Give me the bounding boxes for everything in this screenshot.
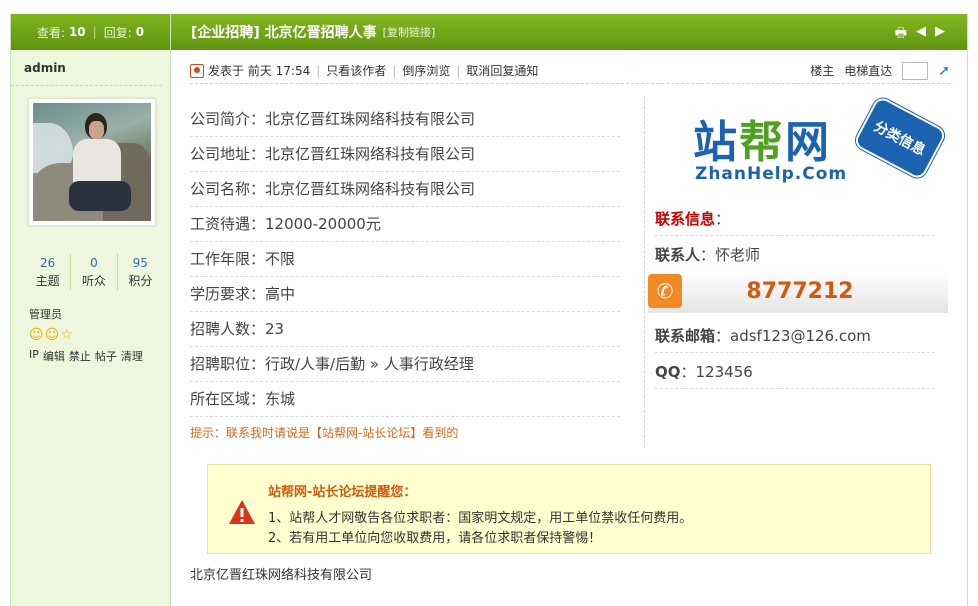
phone-bar: ✆ 8777212 bbox=[648, 269, 948, 313]
author-name[interactable]: admin bbox=[11, 50, 162, 86]
admin-links: IP 编辑 禁止 帖子 清理 bbox=[29, 348, 143, 364]
logo-en: ZhanHelp.Com bbox=[695, 164, 848, 184]
thread-title: [企业招聘] 北京亿晋招聘人事 bbox=[191, 25, 377, 41]
stats-divider: | bbox=[92, 25, 97, 39]
thread-title-bar: [企业招聘] 北京亿晋招聘人事 [复制链接] 🖶 ◀ ▶ bbox=[171, 14, 967, 50]
stat-followers-label: 听众 bbox=[81, 274, 106, 288]
stat-topics-label: 主题 bbox=[35, 274, 60, 288]
field-education: 学历要求：高中 bbox=[190, 277, 620, 312]
field-headcount: 招聘人数：23 bbox=[190, 312, 620, 347]
author-stats: 26 主题 0 听众 95 积分 bbox=[25, 254, 163, 290]
stat-points-label: 积分 bbox=[128, 274, 153, 288]
post-meta-bar: 发表于 前天 17:54 | 只看该作者 | 倒序浏览 | 取消回复通知 楼主 … bbox=[190, 58, 950, 84]
stat-topics[interactable]: 26 主题 bbox=[25, 254, 72, 290]
contact-tip: 提示：联系我时请说是【站帮网-站长论坛】看到的 bbox=[190, 426, 459, 440]
stat-topics-num[interactable]: 26 bbox=[25, 254, 70, 272]
logo-cn: 站帮网 bbox=[693, 117, 831, 168]
phone-icon: ✆ bbox=[648, 274, 682, 308]
notice-title: 站帮网-站长论坛提醒您： bbox=[268, 485, 417, 500]
avatar[interactable] bbox=[28, 98, 156, 226]
replies-count: 0 bbox=[135, 25, 145, 39]
rank-icons: ☺ ☺ ☆ bbox=[29, 327, 73, 343]
posted-prefix: 发表于 bbox=[208, 64, 245, 78]
contact-qq: QQ：123456 bbox=[655, 355, 935, 389]
field-district: 所在区域：东城 bbox=[190, 382, 620, 417]
star-icon: ☆ bbox=[60, 327, 73, 343]
next-icon[interactable]: ▶ bbox=[935, 24, 945, 46]
warning-icon bbox=[228, 499, 256, 525]
jump-label: 电梯直达 bbox=[844, 64, 893, 78]
admin-link-ip[interactable]: IP bbox=[29, 348, 39, 364]
warning-notice: 站帮网-站长论坛提醒您： 1、站帮人才网敬告各位求职者：国家明文规定，用工单位禁… bbox=[207, 464, 931, 554]
job-fields: 公司简介：北京亿晋红珠网络科技有限公司 公司地址：北京亿晋红珠网络科技有限公司 … bbox=[190, 102, 620, 417]
post-content: [企业招聘] 北京亿晋招聘人事 [复制链接] 🖶 ◀ ▶ 发表于 前天 17:5… bbox=[171, 14, 968, 606]
user-icon bbox=[190, 63, 204, 78]
field-company-address: 公司地址：北京亿晋红珠网络科技有限公司 bbox=[190, 137, 620, 172]
notice-line-1: 1、站帮人才网敬告各位求职者：国家明文规定，用工单位禁收任何费用。 bbox=[268, 511, 693, 526]
site-logo: 站帮网 ZhanHelp.Com 分类信息 bbox=[691, 97, 951, 196]
stat-followers[interactable]: 0 听众 bbox=[71, 254, 118, 290]
prev-icon[interactable]: ◀ bbox=[916, 24, 926, 46]
admin-link-ban[interactable]: 禁止 bbox=[69, 348, 91, 364]
smiley-icon: ☺ bbox=[29, 327, 44, 343]
field-company-intro: 公司简介：北京亿晋红珠网络科技有限公司 bbox=[190, 102, 620, 137]
floor-jump-input[interactable] bbox=[902, 61, 929, 80]
print-icon[interactable]: 🖶 bbox=[895, 24, 907, 46]
floor-owner-label: 楼主 bbox=[810, 64, 835, 78]
replies-label: 回复: bbox=[103, 25, 132, 40]
column-divider bbox=[644, 96, 645, 448]
author-sidebar: 查看: 10 | 回复: 0 admin 26 主题 0 听众 95 积分 管理… bbox=[10, 14, 171, 606]
avatar-image bbox=[33, 103, 151, 221]
contact-heading: 联系信息： bbox=[655, 202, 935, 236]
floor-tools: 楼主 电梯直达 ➚ bbox=[810, 61, 950, 80]
admin-link-posts[interactable]: 帖子 bbox=[95, 348, 117, 364]
logo-badge: 分类信息 bbox=[855, 97, 945, 179]
stat-points-num[interactable]: 95 bbox=[118, 254, 163, 272]
field-experience: 工作年限：不限 bbox=[190, 242, 620, 277]
author-only-link[interactable]: 只看该作者 bbox=[326, 62, 386, 79]
reverse-order-link[interactable]: 倒序浏览 bbox=[402, 62, 450, 79]
thread-stats: 查看: 10 | 回复: 0 bbox=[11, 14, 170, 50]
cancel-notify-link[interactable]: 取消回复通知 bbox=[466, 62, 538, 79]
stat-points[interactable]: 95 积分 bbox=[118, 254, 163, 290]
admin-link-edit[interactable]: 编辑 bbox=[43, 348, 65, 364]
go-icon[interactable]: ➚ bbox=[938, 63, 950, 79]
post-footer-text: 北京亿晋红珠网络科技有限公司 bbox=[190, 568, 373, 583]
thread-tools: 🖶 ◀ ▶ bbox=[895, 24, 945, 46]
contact-email: 联系邮箱：adsf123@126.com bbox=[655, 319, 935, 353]
contact-person: 联系人：怀老师 bbox=[655, 238, 935, 272]
views-count: 10 bbox=[68, 25, 86, 39]
field-position: 招聘职位：行政/人事/后勤 » 人事行政经理 bbox=[190, 347, 620, 382]
field-salary: 工资待遇：12000-20000元 bbox=[190, 207, 620, 242]
phone-number: 8777212 bbox=[746, 278, 854, 304]
stat-followers-num[interactable]: 0 bbox=[71, 254, 116, 272]
field-company-name: 公司名称：北京亿晋红珠网络科技有限公司 bbox=[190, 172, 620, 207]
smiley-icon: ☺ bbox=[44, 327, 60, 343]
admin-link-clean[interactable]: 清理 bbox=[121, 348, 143, 364]
posted-time: 前天 17:54 bbox=[247, 64, 311, 78]
user-rank: 管理员 bbox=[29, 308, 62, 321]
copy-link-button[interactable]: [复制链接] bbox=[383, 24, 436, 40]
notice-line-2: 2、若有用工单位向您收取费用，请各位求职者保持警惕！ bbox=[268, 531, 602, 546]
views-label: 查看: bbox=[36, 25, 65, 40]
